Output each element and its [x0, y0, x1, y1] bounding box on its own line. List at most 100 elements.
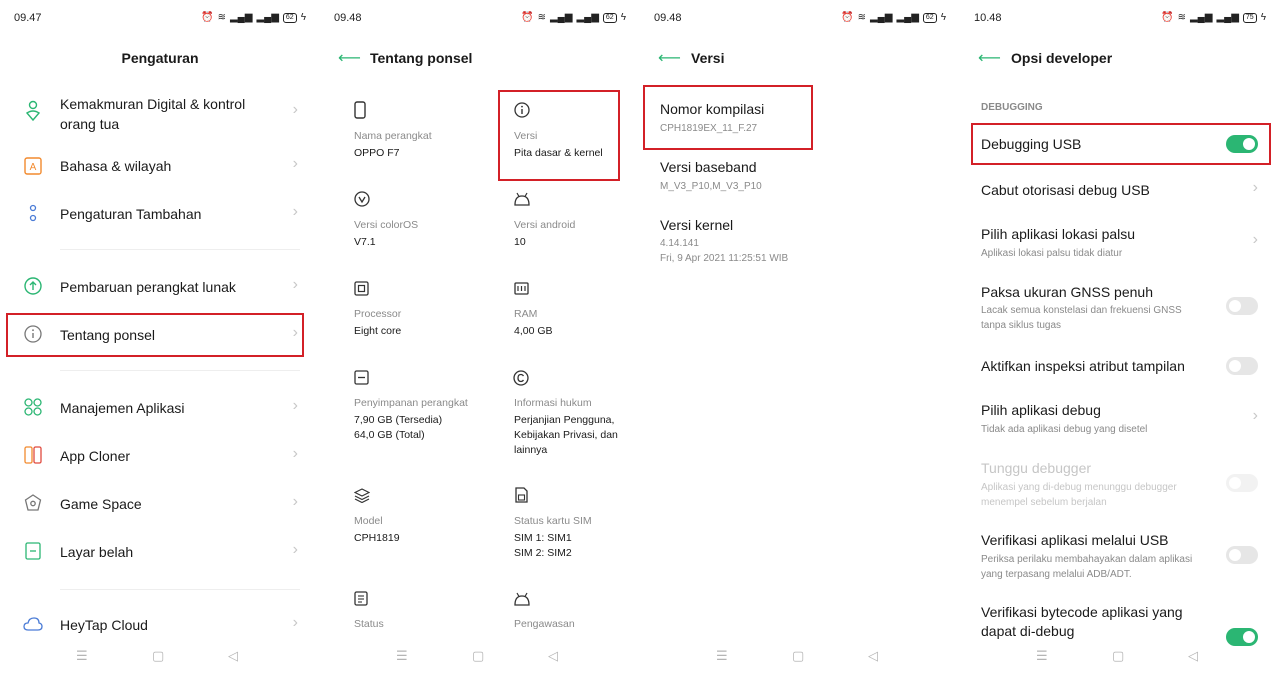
battery-icon: 62: [922, 12, 937, 23]
chevron-right-icon: ›: [1252, 179, 1258, 196]
layers-icon: [354, 488, 370, 503]
status-bar: 09.48 ⏰ ≋ ▂▄▆ ▂▄▆ 62 ϟ: [654, 10, 946, 28]
info-label: Informasi hukum: [514, 397, 592, 409]
info-label: Versi colorOS: [354, 219, 419, 231]
settings-item-label: Pembaruan perangkat lunak: [60, 279, 236, 295]
dev-option-subtitle: Lacak semua konstelasi dan frekuensi GNS…: [981, 305, 1182, 316]
info-value: 10: [514, 236, 526, 248]
info-value: 64,0 GB (Total): [354, 429, 425, 441]
home-icon[interactable]: ▢: [792, 648, 804, 664]
menu-icon[interactable]: ☰: [396, 648, 408, 664]
verify-apps-usb-toggle[interactable]: [1226, 546, 1258, 564]
info-value: V7.1: [354, 236, 376, 248]
version-screen: 09.48 ⏰ ≋ ▂▄▆ ▂▄▆ 62 ϟ ⟵ Versi Nomor kom…: [640, 0, 960, 678]
status-time: 10.48: [974, 12, 1002, 24]
view-attribute-toggle[interactable]: [1226, 357, 1258, 375]
page-title: Pengaturan: [121, 50, 199, 66]
divider: [60, 589, 300, 590]
usb-debugging-toggle[interactable]: [1226, 135, 1258, 153]
cpu-icon: [354, 281, 369, 296]
more-settings-icon: [29, 204, 37, 222]
info-value: CPH1819: [354, 532, 400, 544]
alarm-icon: ⏰: [201, 12, 214, 23]
back-nav-icon[interactable]: ◁: [868, 648, 878, 664]
settings-item-label: Layar belah: [60, 544, 134, 560]
dev-option-title: Debugging USB: [981, 136, 1082, 152]
version-item-value: M_V3_P10,M_V3_P10: [660, 181, 762, 192]
back-nav-icon[interactable]: ◁: [1188, 648, 1198, 664]
signal-icon: ▂▄▆: [1189, 12, 1213, 23]
dev-option-subtitle: Aplikasi yang di-debug menunggu debugger: [981, 482, 1177, 493]
chevron-right-icon: ›: [292, 445, 298, 462]
status-time: 09.48: [654, 12, 682, 24]
dev-option-title: Pilih aplikasi lokasi palsu: [981, 226, 1136, 242]
cloud-icon: [23, 617, 43, 631]
dev-option-title: Paksa ukuran GNSS penuh: [981, 284, 1153, 300]
settings-item-label: Manajemen Aplikasi: [60, 400, 185, 416]
ram-icon: [514, 282, 529, 295]
settings-item-label: Game Space: [60, 496, 142, 512]
alarm-icon: ⏰: [841, 12, 854, 23]
phone-icon: [354, 101, 366, 119]
info-value: lainnya: [514, 444, 548, 456]
clone-icon: [24, 446, 42, 464]
charging-icon: ϟ: [300, 12, 306, 23]
info-value: SIM 1: SIM1: [514, 532, 572, 544]
dev-option-title: Tunggu debugger: [981, 460, 1092, 476]
svg-text:A: A: [30, 162, 37, 173]
divider: [60, 249, 300, 250]
settings-screen: 09.47 ⏰ ≋ ▂▄▆ ▂▄▆ 62 ϟ Pengaturan Kemakm…: [0, 0, 320, 678]
status-bar: 09.48 ⏰ ≋ ▂▄▆ ▂▄▆ 62 ϟ: [334, 10, 626, 28]
info-value: OPPO F7: [354, 147, 400, 159]
menu-icon[interactable]: ☰: [716, 648, 728, 664]
settings-item-label: App Cloner: [60, 448, 131, 464]
status-bar: 10.48 ⏰ ≋ ▂▄▆ ▂▄▆ 75 ϟ: [974, 10, 1266, 28]
storage-icon: [354, 370, 369, 385]
chevron-right-icon: ›: [292, 541, 298, 558]
back-arrow-icon[interactable]: ⟵: [658, 48, 681, 68]
system-nav-bar: ☰ ▢ ◁: [320, 648, 640, 664]
info-label: Pengawasan: [514, 618, 575, 630]
back-arrow-icon[interactable]: ⟵: [978, 48, 1001, 68]
system-nav-bar: ☰ ▢ ◁: [0, 648, 320, 664]
charging-icon: ϟ: [620, 12, 626, 23]
back-arrow-icon[interactable]: ⟵: [338, 48, 361, 68]
status-time: 09.48: [334, 12, 362, 24]
info-label: Status: [354, 618, 384, 630]
dev-option-title: Aktifkan inspeksi atribut tampilan: [981, 358, 1185, 374]
document-icon: [354, 591, 368, 606]
wifi-icon: ≋: [857, 12, 866, 23]
chevron-right-icon: ›: [292, 155, 298, 172]
alarm-icon: ⏰: [521, 12, 534, 23]
force-gnss-toggle[interactable]: [1226, 297, 1258, 315]
info-label: RAM: [514, 308, 538, 320]
version-item-value: 4.14.141: [660, 238, 699, 249]
home-icon[interactable]: ▢: [1112, 648, 1124, 664]
copyright-icon: [513, 370, 529, 386]
version-item-title: Nomor kompilasi: [660, 101, 765, 117]
info-label: Status kartu SIM: [514, 515, 592, 527]
info-value: SIM 2: SIM2: [514, 547, 572, 559]
menu-icon[interactable]: ☰: [76, 648, 88, 664]
battery-icon: 75: [1242, 12, 1257, 23]
back-nav-icon[interactable]: ◁: [548, 648, 558, 664]
version-item-value: CPH1819EX_11_F.27: [660, 123, 758, 134]
back-nav-icon[interactable]: ◁: [228, 648, 238, 664]
split-screen-icon: [25, 542, 41, 560]
dev-option-subtitle: menempel sebelum berjalan: [981, 497, 1107, 508]
info-value: Pita dasar & kernel: [514, 147, 603, 159]
home-icon[interactable]: ▢: [472, 648, 484, 664]
dev-option-subtitle: yang terpasang melalui ADB/ADT.: [981, 569, 1132, 580]
wifi-icon: ≋: [217, 12, 226, 23]
highlight-box: [6, 313, 304, 357]
settings-item-label: Tentang ponsel: [60, 327, 155, 343]
wait-debugger-toggle: [1226, 474, 1258, 492]
apps-icon: [24, 398, 42, 416]
page-title: Versi: [691, 50, 725, 66]
verify-bytecode-toggle[interactable]: [1226, 628, 1258, 646]
info-label: Versi: [514, 130, 538, 142]
chevron-right-icon: ›: [292, 276, 298, 293]
home-icon[interactable]: ▢: [152, 648, 164, 664]
menu-icon[interactable]: ☰: [1036, 648, 1048, 664]
dev-option-subtitle: Aplikasi lokasi palsu tidak diatur: [981, 248, 1123, 259]
